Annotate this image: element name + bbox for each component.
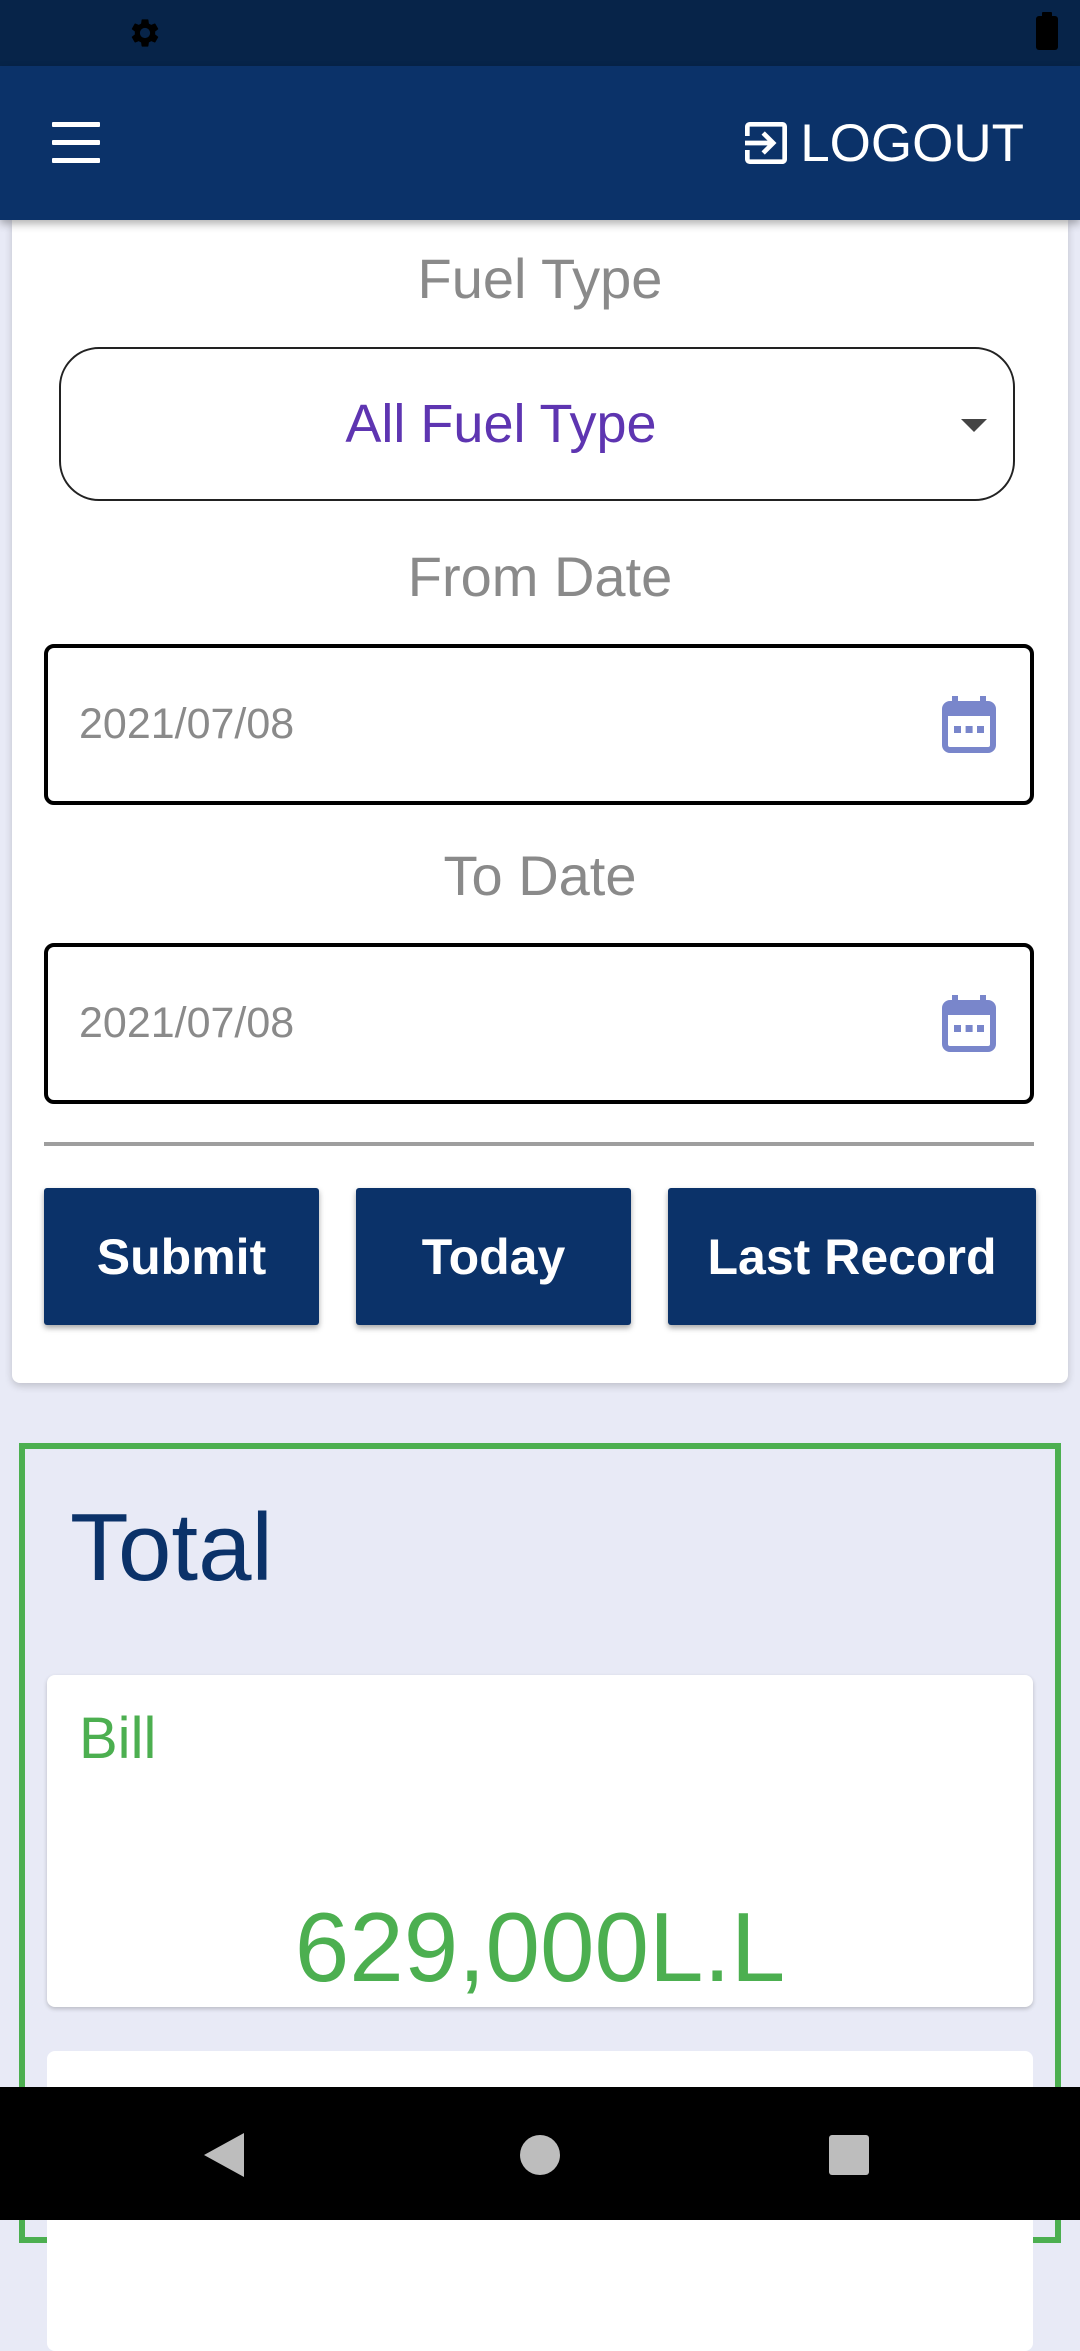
system-nav-bar — [0, 2087, 1080, 2220]
bill-label: Bill — [79, 1706, 157, 1771]
bill-card: Bill 629,000L.L — [47, 1675, 1033, 2007]
total-title: Total — [70, 1494, 273, 1601]
hamburger-menu-icon[interactable] — [46, 120, 106, 166]
from-date-field[interactable]: 2021/07/08 — [44, 644, 1034, 805]
caret-down-icon — [961, 419, 987, 432]
from-date-label: From Date — [407, 545, 673, 608]
status-bar — [0, 0, 1080, 66]
logout-icon — [745, 122, 788, 164]
filter-form-card: Fuel Type All Fuel Type From Date 2021/0… — [12, 220, 1068, 1383]
calendar-icon[interactable] — [942, 696, 996, 754]
app-bar: LOGOUT — [0, 66, 1080, 220]
home-icon[interactable] — [520, 2135, 560, 2175]
recents-icon[interactable] — [829, 2135, 869, 2175]
fuel-type-selected-value: All Fuel Type — [345, 394, 657, 454]
fuel-type-dropdown[interactable]: All Fuel Type — [59, 347, 1015, 501]
last-record-button[interactable]: Last Record — [668, 1188, 1036, 1325]
to-date-label: To Date — [443, 844, 637, 907]
today-button[interactable]: Today — [356, 1188, 631, 1325]
logout-button[interactable]: LOGOUT — [738, 106, 1024, 180]
divider — [44, 1142, 1034, 1146]
to-date-value: 2021/07/08 — [79, 999, 295, 1047]
submit-button[interactable]: Submit — [44, 1188, 319, 1325]
logout-label: LOGOUT — [800, 113, 1024, 173]
fuel-type-label: Fuel Type — [417, 247, 663, 310]
calendar-icon[interactable] — [942, 995, 996, 1053]
to-date-field[interactable]: 2021/07/08 — [44, 943, 1034, 1104]
back-icon[interactable] — [204, 2133, 244, 2177]
from-date-value: 2021/07/08 — [79, 700, 295, 748]
gear-icon — [131, 19, 159, 47]
bill-amount: 629,000L.L — [294, 1892, 786, 2002]
battery-icon — [1036, 12, 1058, 50]
